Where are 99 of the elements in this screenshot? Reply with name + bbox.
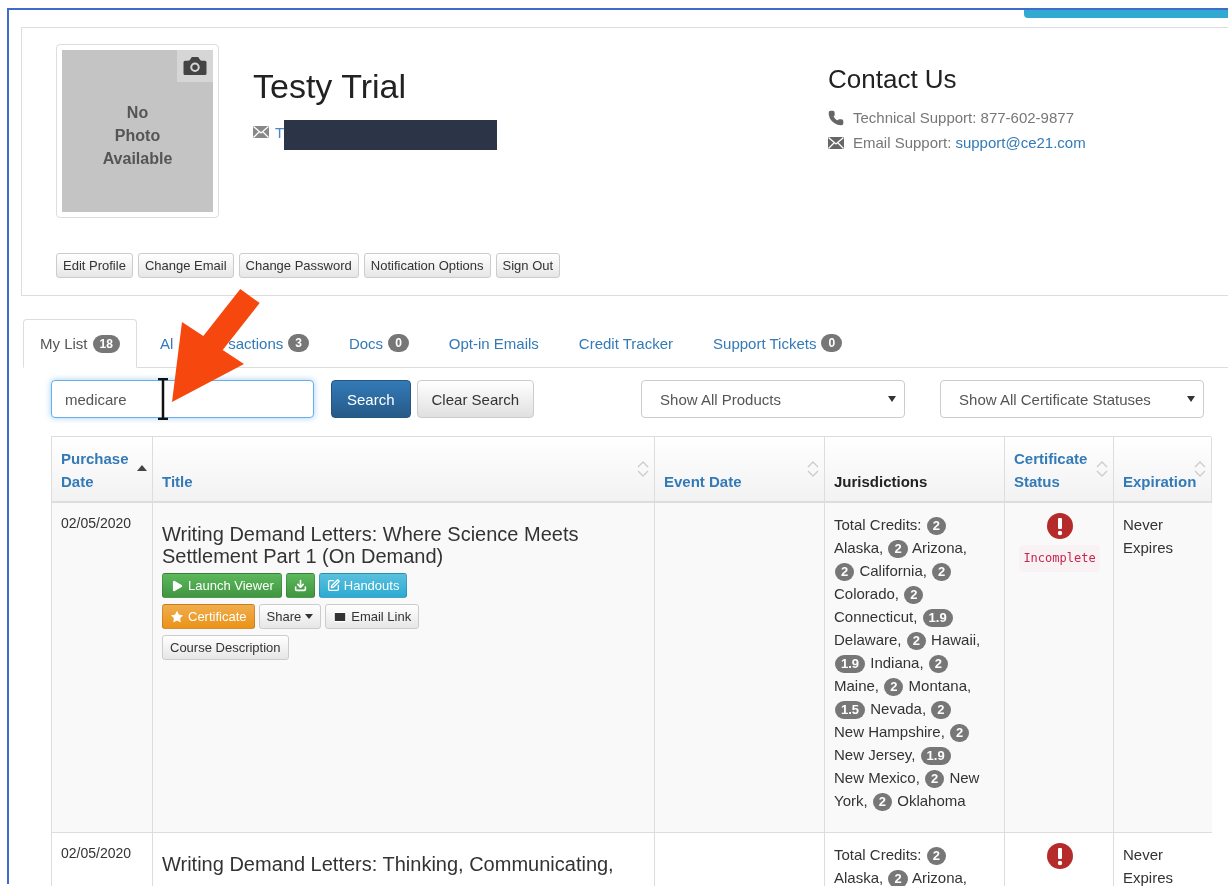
jurisdiction-text: Connecticut, — [834, 608, 918, 625]
credit-badge: 2 — [888, 540, 908, 558]
technical-support-text: Technical Support: 877-602-9877 — [853, 108, 1074, 128]
credit-badge: 2 — [884, 678, 904, 696]
column-header[interactable]: Purchase Date — [52, 437, 153, 503]
jurisdiction-text: Nevada, — [870, 700, 927, 717]
email-link[interactable]: T — [275, 123, 285, 141]
sort-ascending-icon[interactable] — [137, 465, 147, 471]
tab[interactable]: My List 18 — [23, 319, 137, 368]
user-name: Testy Trial — [253, 66, 408, 106]
star-icon — [170, 609, 184, 624]
tab[interactable]: Credit Tracker — [561, 319, 691, 367]
sort-icon[interactable] — [1096, 461, 1108, 477]
purchase-date: 02/05/2020 — [61, 514, 133, 533]
credit-badge: 1.9 — [920, 747, 951, 765]
phone-icon — [828, 109, 844, 126]
jurisdiction-text: Arizona, — [911, 869, 967, 886]
sort-icon[interactable] — [1194, 461, 1206, 477]
no-photo-text: No Photo Available — [102, 102, 173, 169]
credit-badge: 2 — [835, 563, 855, 581]
jurisdiction-text: Arizona, — [911, 539, 967, 556]
expiration-text: Never Expires — [1123, 515, 1175, 558]
jurisdiction-text: Colorado, — [834, 585, 900, 602]
play-icon — [170, 578, 184, 593]
share-button[interactable]: Share — [258, 604, 322, 629]
email-support-label: Email Support: — [853, 133, 952, 153]
tab[interactable]: Opt-in Emails — [431, 319, 556, 367]
jurisdiction-text: Oklahoma — [897, 792, 966, 809]
jurisdiction-text: Total Credits: — [834, 516, 922, 533]
search-button[interactable]: Search — [331, 380, 411, 418]
credit-badge: 1.9 — [922, 609, 953, 627]
support-email-link[interactable]: support@ce21.com — [955, 130, 1086, 155]
column-header[interactable]: Event Date — [655, 437, 825, 503]
expiration-text: Never Expires — [1123, 845, 1175, 886]
credit-badge: 2 — [926, 847, 946, 865]
jurisdiction-text: New Mexico, — [834, 769, 920, 786]
jurisdiction-text: Total Credits: — [834, 846, 922, 863]
credit-badge: 2 — [925, 770, 945, 788]
course-title: Writing Demand Letters: Where Science Meets Settlement Part 1 (On Demand) — [162, 523, 580, 567]
course-description-button[interactable]: Course Description — [162, 635, 289, 660]
jurisdiction-text: Indiana, — [870, 654, 924, 671]
column-header[interactable]: Title — [153, 437, 655, 503]
download-button[interactable] — [285, 573, 315, 598]
sort-icon[interactable] — [807, 461, 819, 477]
jurisdiction-text: York, — [834, 792, 868, 809]
jurisdiction-text: Maine, — [834, 677, 880, 694]
status-label: Incomplete — [1019, 545, 1100, 572]
filter-select[interactable]: Show All Certificate Statuses — [940, 380, 1205, 418]
count-badge: 0 — [821, 334, 843, 352]
edit-icon — [326, 579, 340, 592]
credit-badge: 2 — [928, 655, 949, 673]
jurisdiction-text: New Jersey, — [834, 746, 916, 763]
filter-select[interactable]: Show All Products — [641, 380, 906, 418]
credit-badge: 1.5 — [835, 701, 866, 719]
credit-badge: 2 — [904, 586, 924, 604]
column-header[interactable]: Expiration — [1114, 437, 1212, 503]
credit-badge: 2 — [888, 870, 908, 886]
profile-action-button[interactable]: Change Password — [238, 253, 359, 278]
profile-action-button[interactable]: Notification Options — [363, 253, 491, 278]
jurisdiction-text: California, — [859, 562, 927, 579]
count-badge: 18 — [92, 334, 120, 353]
text-cursor-icon — [157, 378, 169, 420]
jurisdiction-text: Alaska, — [834, 869, 884, 886]
course-title: Writing Demand Letters: Thinking, Communicating, — [162, 853, 615, 875]
search-field[interactable]: medicare — [51, 380, 314, 418]
tab[interactable]: Docs 0 — [331, 319, 426, 367]
tab[interactable]: Al sactions 3 — [142, 319, 326, 367]
credit-badge: 2 — [932, 563, 952, 581]
profile-action-button[interactable]: Change Email — [137, 253, 234, 278]
caret-icon — [1187, 396, 1196, 402]
credit-badge: 2 — [950, 724, 970, 742]
clear-search-button[interactable]: Clear Search — [416, 380, 535, 418]
credit-badge: 2 — [926, 517, 946, 535]
jurisdiction-text: Hawaii, — [931, 631, 981, 648]
jurisdiction-text: Montana, — [908, 677, 972, 694]
sort-icon[interactable] — [637, 461, 649, 477]
jurisdiction-text: New — [949, 769, 980, 786]
email-link-button[interactable]: Email Link — [325, 604, 420, 629]
profile-action-button[interactable]: Sign Out — [495, 253, 561, 278]
count-badge: 0 — [388, 334, 409, 352]
tab[interactable]: Support Tickets 0 — [696, 319, 860, 367]
jurisdiction-text: Delaware, — [834, 631, 902, 648]
contact-heading: Contact Us — [828, 64, 958, 95]
credit-badge: 2 — [931, 701, 951, 719]
download-icon — [293, 579, 307, 592]
count-badge: 3 — [288, 334, 309, 352]
camera-button[interactable] — [177, 50, 213, 82]
credit-badge: 1.9 — [835, 655, 866, 673]
column-header[interactable]: Certificate Status — [1005, 437, 1114, 503]
profile-action-button[interactable]: Edit Profile — [56, 253, 133, 278]
launch-viewer-button[interactable]: Launch Viewer — [162, 573, 282, 598]
credit-badge: 2 — [906, 632, 926, 650]
caret-icon — [305, 614, 314, 619]
jurisdiction-text: New Hampshire, — [834, 723, 945, 740]
credit-badge: 2 — [872, 793, 893, 811]
caret-icon — [888, 396, 897, 402]
column-header: Jurisdictions — [825, 437, 1005, 503]
jurisdiction-text: Alaska, — [834, 539, 884, 556]
purchase-date: 02/05/2020 — [61, 844, 133, 863]
